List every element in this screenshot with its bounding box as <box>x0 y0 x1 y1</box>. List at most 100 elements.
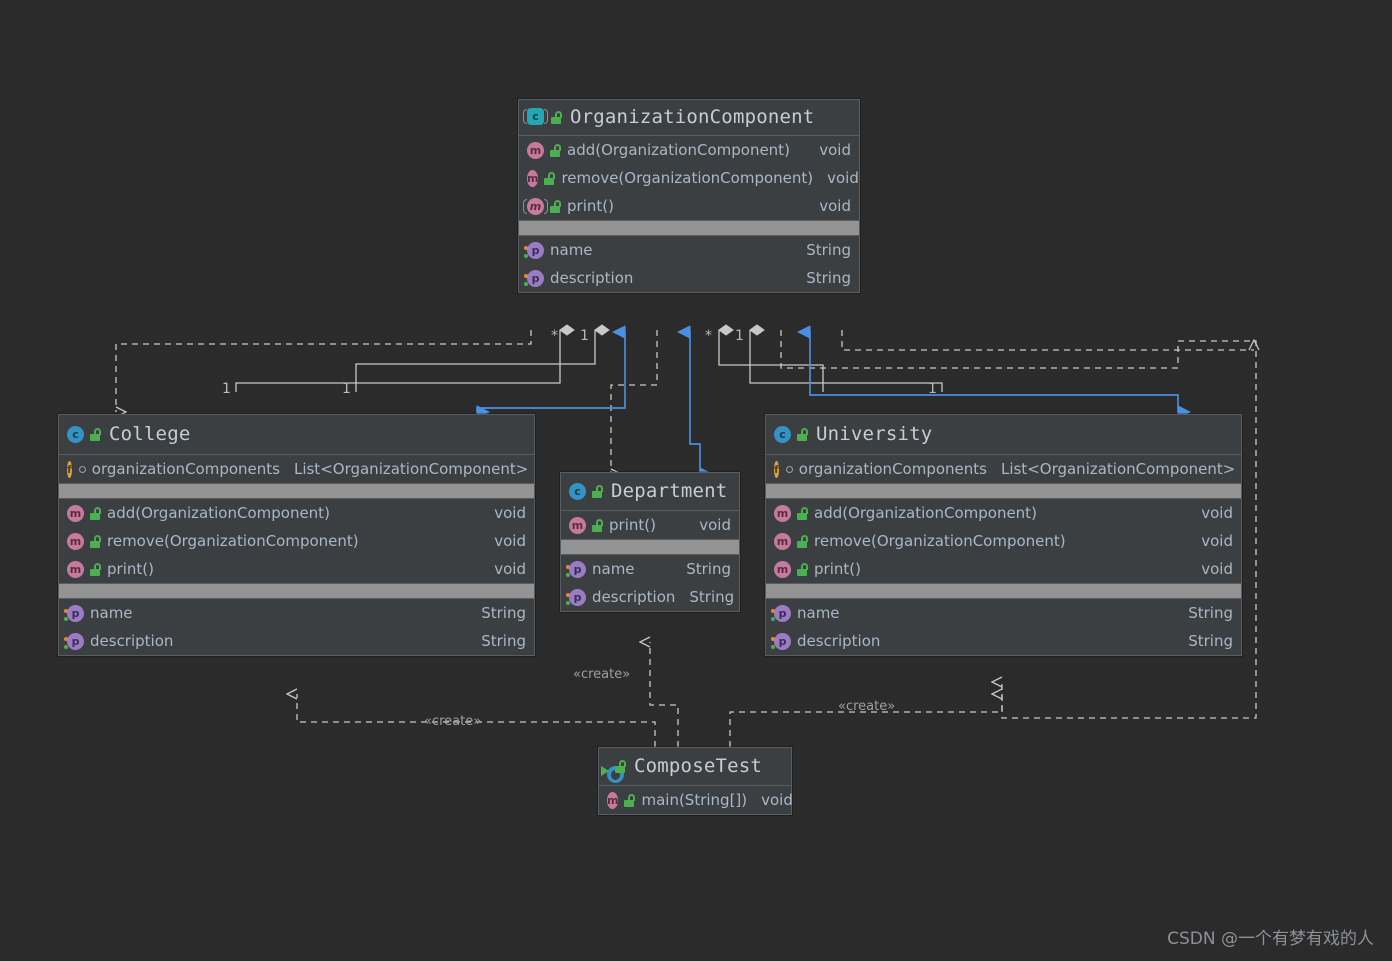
method-return-type: void <box>819 197 851 215</box>
section-separator <box>766 483 1241 499</box>
package-private-icon <box>78 465 86 473</box>
class-box-department[interactable]: c Department m print() void p name Strin… <box>560 472 740 612</box>
method-return-type: void <box>1201 504 1233 522</box>
abstract-method-icon: m <box>523 197 548 215</box>
method-name: remove(OrganizationComponent) <box>107 532 359 550</box>
unlocked-public-icon <box>90 534 101 548</box>
create-label-left: «create» <box>424 714 482 729</box>
property-name: description <box>90 632 174 650</box>
method-icon: m <box>67 560 84 578</box>
create-label-middle: «create» <box>573 667 631 682</box>
section-separator <box>59 583 534 599</box>
method-icon: m <box>607 791 619 809</box>
method-row[interactable]: m remove(OrganizationComponent) void <box>766 527 1241 555</box>
method-return-type: void <box>699 516 731 534</box>
method-name: print() <box>814 560 861 578</box>
class-box-college[interactable]: c College f organizationComponents List<… <box>58 414 535 656</box>
property-row[interactable]: p description String <box>519 264 859 292</box>
property-row[interactable]: p description String <box>561 583 739 611</box>
class-name: University <box>816 423 933 445</box>
field-name: organizationComponents <box>798 460 987 478</box>
property-name: name <box>592 560 635 578</box>
unlocked-public-icon <box>797 562 808 576</box>
method-row[interactable]: m remove(OrganizationComponent) void <box>59 527 534 555</box>
multiplicity-college-a: 1 <box>222 381 231 397</box>
property-icon: p <box>771 604 791 622</box>
class-title-row: c OrganizationComponent <box>519 100 859 136</box>
class-title-row: c Department <box>561 473 739 511</box>
method-name: print() <box>609 516 656 534</box>
unlocked-public-icon <box>797 427 808 441</box>
unlocked-public-icon <box>797 506 808 520</box>
method-name: remove(OrganizationComponent) <box>561 169 814 187</box>
property-type: String <box>806 269 851 287</box>
field-row[interactable]: f organizationComponents List<Organizati… <box>766 455 1241 483</box>
property-type: String <box>481 604 526 622</box>
uml-diagram-canvas: * 1 * 1 1 1 1 «create» «create» «create»… <box>0 0 1392 961</box>
field-row[interactable]: f organizationComponents List<Organizati… <box>59 455 534 483</box>
method-name: remove(OrganizationComponent) <box>814 532 1066 550</box>
abstract-class-icon: c <box>523 108 548 126</box>
class-name: College <box>109 423 191 445</box>
property-icon: p <box>64 604 84 622</box>
multiplicity-college-b: 1 <box>342 381 351 397</box>
method-row[interactable]: m add(OrganizationComponent) void <box>59 499 534 527</box>
unlocked-public-icon <box>90 427 101 441</box>
property-row[interactable]: p name String <box>519 236 859 264</box>
multiplicity-one-1: 1 <box>580 328 589 344</box>
class-title-row: ComposeTest <box>599 748 791 786</box>
unlocked-public-icon <box>624 793 636 807</box>
unlocked-public-icon <box>544 171 556 185</box>
property-row[interactable]: p name String <box>766 599 1241 627</box>
property-type: String <box>806 241 851 259</box>
method-icon: m <box>774 532 791 550</box>
method-row[interactable]: m print() void <box>561 511 739 539</box>
property-type: String <box>686 560 731 578</box>
method-row[interactable]: m add(OrganizationComponent) void <box>519 136 859 164</box>
method-name: add(OrganizationComponent) <box>567 141 790 159</box>
unlocked-public-icon <box>550 143 561 157</box>
package-private-icon <box>785 465 793 473</box>
class-box-organization-component[interactable]: c OrganizationComponent m add(Organizati… <box>518 99 860 293</box>
method-row[interactable]: m main(String[]) void <box>599 786 793 814</box>
class-icon: c <box>569 482 586 500</box>
create-label-right: «create» <box>838 699 896 714</box>
unlocked-public-icon <box>592 518 603 532</box>
property-type: String <box>689 588 735 606</box>
class-title-row: c University <box>766 415 1241 455</box>
property-name: name <box>550 241 593 259</box>
property-row[interactable]: p name String <box>59 599 534 627</box>
class-box-compose-test[interactable]: ComposeTest m main(String[]) void <box>598 747 793 815</box>
property-name: description <box>797 632 881 650</box>
method-row[interactable]: m print() void <box>59 555 534 583</box>
class-box-university[interactable]: c University f organizationComponents Li… <box>765 414 1242 656</box>
property-icon: p <box>524 241 544 259</box>
field-name: organizationComponents <box>91 460 280 478</box>
method-return-type: void <box>494 532 526 550</box>
section-separator <box>519 220 859 236</box>
class-name: ComposeTest <box>634 755 763 777</box>
class-name: OrganizationComponent <box>570 106 815 128</box>
property-type: String <box>1188 632 1233 650</box>
method-icon: m <box>527 141 544 159</box>
property-name: name <box>797 604 840 622</box>
class-icon: c <box>774 425 791 443</box>
unlocked-public-icon <box>797 534 808 548</box>
property-row[interactable]: p name String <box>561 555 739 583</box>
method-row[interactable]: m print() void <box>519 192 859 220</box>
property-row[interactable]: p description String <box>766 627 1241 655</box>
section-separator <box>766 583 1241 599</box>
method-row[interactable]: m print() void <box>766 555 1241 583</box>
unlocked-public-icon <box>90 506 101 520</box>
class-name: Department <box>611 480 728 502</box>
unlocked-public-icon <box>615 759 626 773</box>
method-return-type: void <box>827 169 859 187</box>
method-row[interactable]: m add(OrganizationComponent) void <box>766 499 1241 527</box>
method-return-type: void <box>1201 532 1233 550</box>
method-row[interactable]: m remove(OrganizationComponent) void <box>519 164 859 192</box>
method-name: main(String[]) <box>641 791 748 809</box>
method-return-type: void <box>1201 560 1233 578</box>
method-name: add(OrganizationComponent) <box>814 504 1037 522</box>
property-row[interactable]: p description String <box>59 627 534 655</box>
property-icon: p <box>566 588 586 606</box>
